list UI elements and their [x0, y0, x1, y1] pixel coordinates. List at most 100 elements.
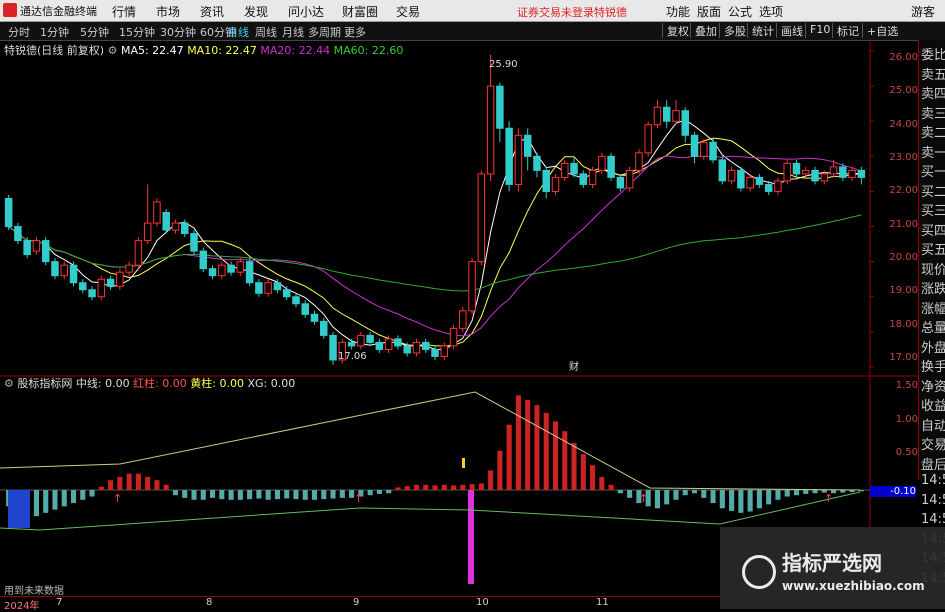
menu-item-trade[interactable]: 交易	[396, 3, 420, 20]
indicator-block	[8, 490, 30, 528]
period-tab-intraday[interactable]: 分时	[8, 24, 30, 40]
finance-marker[interactable]: 财	[569, 358, 579, 373]
buy-arrow-icon: ↑	[113, 492, 122, 505]
hz-value: 红柱: 0.00	[133, 377, 187, 390]
candle-body	[459, 310, 467, 329]
side-item: 买二	[921, 184, 945, 200]
menu-item-ask[interactable]: 问小达	[288, 3, 324, 20]
guest-label[interactable]: 游客	[911, 3, 935, 20]
candle-body	[264, 282, 272, 294]
date-axis: 2024年 7 8 9 10 11	[0, 596, 720, 612]
add-watchlist-button[interactable]: +自选	[862, 23, 898, 38]
app-title: 通达信金融终端	[20, 5, 97, 18]
hzz-value: 黄柱: 0.00	[190, 377, 244, 390]
kline-chart[interactable]: ↑ ↑ ↑ ↑	[0, 40, 918, 596]
menu-item-news[interactable]: 资讯	[200, 3, 224, 20]
menu-item-formula[interactable]: 公式	[728, 3, 752, 20]
period-tab-weekly[interactable]: 周线	[255, 24, 277, 40]
watermark-title: 指标严选网	[782, 551, 882, 575]
side-item: 卖一	[921, 145, 945, 161]
candle-body	[366, 334, 374, 343]
side-item: 14:50	[921, 492, 945, 508]
watermark: 指标严选网 www.xuezhibiao.com	[720, 527, 945, 609]
month-label: 10	[476, 597, 489, 608]
period-tab-daily[interactable]: 日线	[227, 24, 249, 40]
quote-side-panel: 委比 卖五 卖四 卖三 卖二 卖一 买一 买二 买三 买四 买五 现价 涨跌 涨幅 总量 外盘 换手 净资 收益 自动…	[918, 40, 945, 586]
candle-body	[792, 162, 801, 175]
login-warning[interactable]: 证券交易未登录	[517, 4, 594, 20]
price-tick: 22.00	[889, 185, 918, 196]
multi-stock-button[interactable]: 多股	[719, 23, 746, 38]
year-label: 2024年	[4, 601, 40, 612]
candle-body	[282, 289, 291, 298]
period-tab-1min[interactable]: 1分钟	[40, 24, 69, 40]
period-tab-monthly[interactable]: 月线	[282, 24, 304, 40]
menu-item-function[interactable]: 功能	[666, 3, 690, 20]
f10-button[interactable]: F10	[805, 23, 830, 38]
menu-item-options[interactable]: 选项	[759, 3, 783, 20]
price-tick: 20.00	[889, 252, 918, 263]
candle-body	[468, 261, 476, 312]
candle-body	[653, 106, 662, 126]
statistics-button[interactable]: 统计	[747, 23, 774, 38]
candle-body	[292, 296, 300, 305]
candle-body	[561, 162, 569, 178]
high-price-label: 25.90	[489, 59, 518, 70]
overlay-button[interactable]: 叠加	[690, 23, 717, 38]
menu-item-discover[interactable]: 发现	[244, 3, 268, 20]
menu-item-layout[interactable]: 版面	[697, 3, 721, 20]
menu-item-markets[interactable]: 市场	[156, 3, 180, 20]
candle-body	[69, 264, 78, 284]
settings-icon[interactable]: ⚙	[108, 44, 118, 57]
candle-body	[88, 289, 96, 298]
candle-body	[746, 176, 754, 189]
candle-body	[783, 162, 791, 182]
period-tab-15min[interactable]: 15分钟	[119, 24, 155, 40]
candle-body	[598, 155, 606, 171]
watermark-url: www.xuezhibiao.com	[782, 579, 925, 593]
candle-body	[255, 282, 263, 294]
candle-body	[218, 264, 226, 277]
side-item: 净资	[921, 379, 945, 395]
candle-body	[180, 222, 189, 235]
candle-body	[4, 197, 13, 228]
candle-body	[727, 169, 736, 182]
candle-body	[421, 341, 430, 350]
price-tick: 26.00	[889, 52, 918, 63]
side-item: 卖三	[921, 106, 945, 122]
candle-body	[644, 124, 652, 154]
candle-body	[171, 222, 180, 231]
candle-body	[329, 334, 337, 361]
candle-body	[737, 169, 745, 189]
price-tick: 17.00	[889, 352, 918, 363]
side-item: 买三	[921, 204, 945, 219]
menu-item-market[interactable]: 行情	[112, 3, 136, 20]
period-tab-multi[interactable]: 多周期	[308, 24, 341, 40]
candle-body	[97, 278, 106, 298]
buy-arrow-icon: ↑	[824, 492, 833, 505]
candle-body	[857, 169, 866, 178]
side-item: 总量	[921, 321, 945, 336]
price-tick: 19.00	[889, 285, 918, 296]
candle-body	[14, 226, 22, 242]
candle-body	[23, 240, 31, 256]
adjust-button[interactable]: 复权	[662, 23, 689, 38]
indicator-settings-icon[interactable]: ⚙	[4, 377, 14, 390]
candle-body	[570, 162, 578, 175]
period-tab-5min[interactable]: 5分钟	[80, 24, 109, 40]
sub-axis: 1.50 1.00 0.50	[870, 378, 918, 528]
menu-item-wealth[interactable]: 财富圈	[342, 3, 378, 20]
draw-button[interactable]: 画线	[776, 23, 803, 38]
candle-body	[79, 282, 87, 291]
candle-body	[134, 240, 143, 266]
period-tab-more[interactable]: 更多	[344, 24, 366, 40]
candle-body	[635, 152, 643, 171]
candle-body	[403, 345, 411, 354]
period-tab-30min[interactable]: 30分钟	[160, 24, 196, 40]
candle-body	[384, 338, 393, 350]
candle-body	[347, 341, 356, 347]
candle-body	[755, 176, 764, 185]
app-logo-icon	[3, 3, 17, 17]
mark-button[interactable]: 标记	[832, 23, 859, 38]
candle-body	[301, 303, 309, 315]
